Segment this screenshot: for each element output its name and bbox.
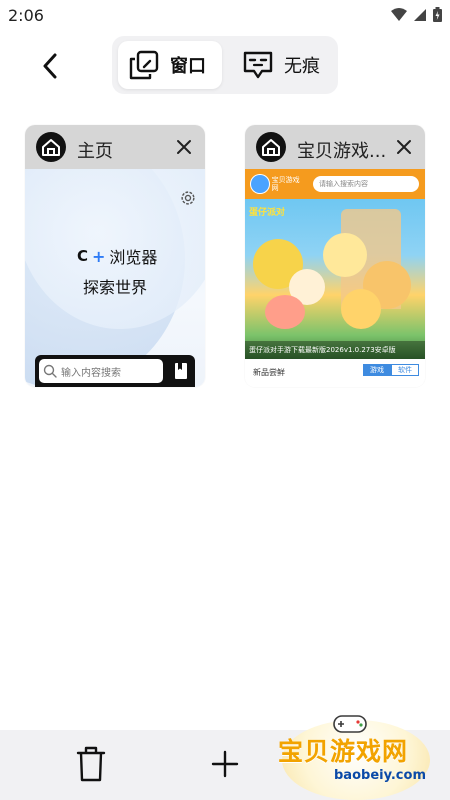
search-icon (43, 364, 57, 378)
status-bar: 2:06 (0, 0, 450, 32)
close-icon[interactable] (395, 138, 413, 156)
back-button[interactable] (32, 48, 68, 84)
site-search: 请输入搜索内容 (313, 176, 419, 192)
home-icon (36, 132, 66, 162)
tab-card-home[interactable]: 主页 C + 浏览器 探索世界 输入内容搜索 (25, 125, 205, 387)
site-pill-games: 游戏 (363, 364, 391, 376)
windows-stack-icon (129, 50, 159, 80)
brand-c-icon: C (77, 247, 89, 265)
home-preview: C + 浏览器 探索世界 输入内容搜索 (25, 169, 205, 387)
brand-label: 浏览器 (109, 248, 158, 267)
site-section-row: 新品尝鲜 游戏 软件 (245, 359, 425, 387)
tab-title: 主页 (77, 141, 113, 162)
tab-windows[interactable]: 窗口 (118, 41, 222, 89)
site-banner-caption: 蛋仔派对手游下载最新版2026v1.0.273安卓版 (245, 341, 425, 359)
tab-windows-label: 窗口 (170, 56, 206, 77)
site-section-label: 新品尝鲜 (253, 368, 285, 377)
bottom-toolbar (0, 730, 450, 800)
tab-preview: 宝贝游戏网 请输入搜索内容 蛋仔派对 蛋仔派对手游下载最新版2026v1.0.2… (245, 169, 425, 387)
home-search-bar: 输入内容搜索 (35, 355, 195, 387)
incognito-mask-icon (243, 51, 273, 79)
home-search-input: 输入内容搜索 (39, 359, 163, 383)
home-search-placeholder: 输入内容搜索 (61, 367, 121, 379)
chevron-left-icon (43, 53, 57, 79)
status-icons (391, 7, 442, 22)
tab-incognito[interactable]: 无痕 (232, 41, 332, 89)
wifi-icon (391, 7, 407, 21)
bookmark-icon (175, 363, 187, 379)
home-icon (256, 132, 286, 162)
browser-brand: C + 浏览器 (77, 244, 157, 268)
brand-plus-icon: + (92, 246, 106, 266)
site-pill-software: 软件 (391, 364, 419, 376)
delete-all-button[interactable] (71, 744, 111, 784)
card-header: 主页 (25, 125, 205, 169)
site-logo-icon (250, 174, 270, 194)
site-banner: 蛋仔派对 蛋仔派对手游下载最新版2026v1.0.273安卓版 (245, 199, 425, 359)
trash-icon (76, 746, 106, 782)
add-tab-button[interactable] (205, 744, 245, 784)
gear-icon (181, 191, 195, 205)
site-header: 宝贝游戏网 请输入搜索内容 (245, 169, 425, 199)
site-preview: 宝贝游戏网 请输入搜索内容 蛋仔派对 蛋仔派对手游下载最新版2026v1.0.2… (245, 169, 425, 387)
home-slogan: 探索世界 (83, 278, 148, 297)
close-icon[interactable] (175, 138, 193, 156)
site-logo: 宝贝游戏网 (250, 174, 306, 194)
tab-card-site[interactable]: 宝贝游戏... 宝贝游戏网 请输入搜索内容 蛋仔派对 蛋仔派对手游下载最新版20… (245, 125, 425, 387)
tab-incognito-label: 无痕 (284, 56, 320, 77)
signal-icon (414, 8, 426, 21)
tab-preview: C + 浏览器 探索世界 输入内容搜索 (25, 169, 205, 387)
site-game-tag: 蛋仔派对 (249, 208, 286, 218)
battery-icon (433, 7, 442, 22)
site-logo-text: 宝贝游戏网 (271, 176, 300, 192)
mode-switch: 窗口 无痕 (112, 36, 338, 94)
card-header: 宝贝游戏... (245, 125, 425, 169)
plus-icon (211, 750, 239, 778)
tab-title: 宝贝游戏... (297, 141, 387, 162)
status-time: 2:06 (8, 6, 44, 25)
